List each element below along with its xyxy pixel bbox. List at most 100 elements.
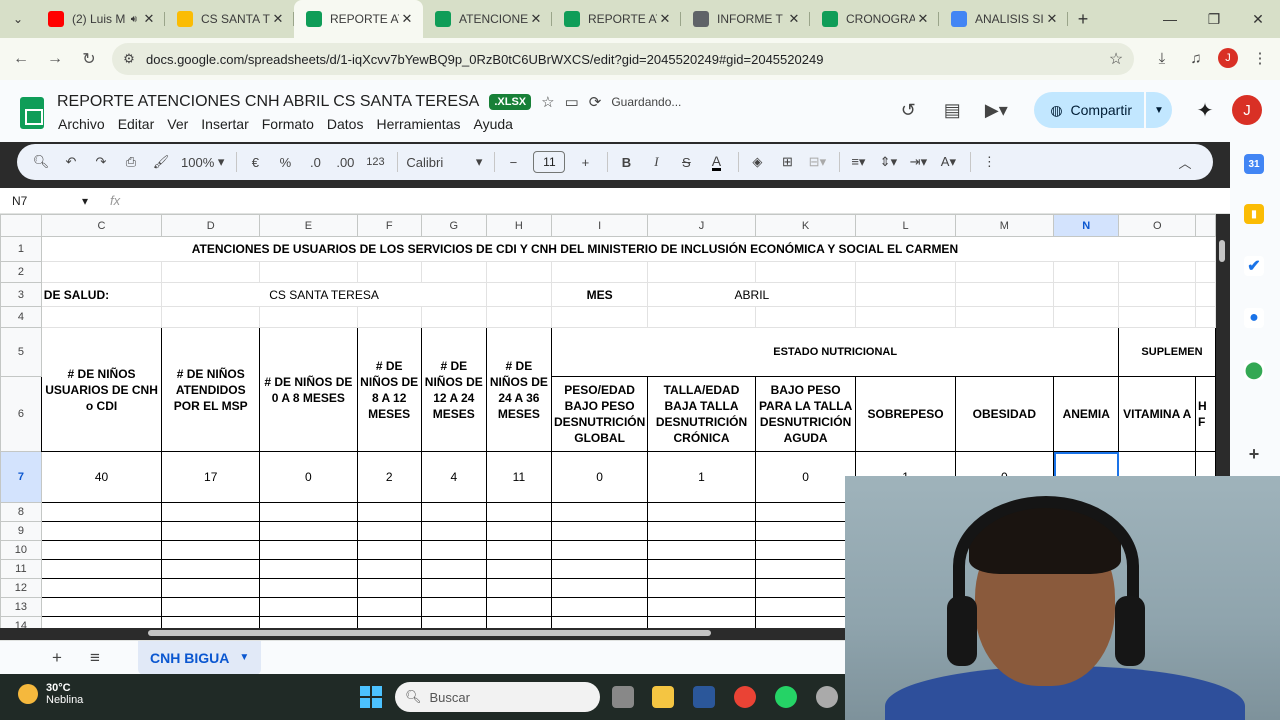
row-header[interactable]: 7 [0,451,42,503]
cell[interactable] [550,597,649,617]
cell[interactable] [161,616,261,628]
value-cell-f7[interactable]: 2 [356,451,422,503]
tab-search-icon[interactable]: ⌄ [0,0,36,38]
media-control-icon[interactable]: ♫ [1184,46,1208,70]
value-cell-g7[interactable]: 4 [420,451,487,503]
value-cell-j7[interactable]: 1 [647,451,756,503]
cell[interactable] [550,502,649,522]
meet-icon[interactable]: ▶▾ [974,92,1018,128]
supplementation-header[interactable]: SUPLEMEN [1118,327,1216,377]
weather-widget[interactable]: 30°C Neblina [18,682,83,706]
value-cell-h7[interactable]: 11 [485,451,552,503]
column-header-j[interactable]: J [647,214,756,237]
row-header[interactable]: 11 [0,559,42,579]
forward-icon[interactable]: → [38,42,72,76]
header-cell-weight-height[interactable]: BAJO PESO PARA LA TALLA DESNUTRICIÓN AGU… [754,376,857,452]
share-dropdown-icon[interactable]: ▼ [1146,92,1172,128]
cell[interactable] [647,540,756,560]
more-options-icon[interactable]: ⋮ [979,148,999,176]
cell[interactable] [259,306,358,328]
back-icon[interactable]: ← [4,42,38,76]
cell[interactable] [754,521,857,541]
header-cell-vitamin-a[interactable]: VITAMINA A [1118,376,1197,452]
settings-icon[interactable] [816,686,838,708]
cell[interactable] [754,502,857,522]
cell[interactable] [754,306,857,328]
cell[interactable] [259,261,358,283]
cell[interactable] [1118,306,1197,328]
row-header[interactable]: 8 [0,502,42,522]
cell[interactable] [550,559,649,579]
column-header-g[interactable]: G [420,214,487,237]
version-history-icon[interactable]: ↺ [886,92,930,128]
comments-icon[interactable]: ▤ [930,92,974,128]
close-tab-icon[interactable]: ✕ [786,11,802,27]
cell[interactable] [855,282,956,307]
cell[interactable] [754,597,857,617]
cell[interactable] [40,597,163,617]
cell[interactable] [356,521,422,541]
header-cell-overweight[interactable]: SOBREPESO [855,376,956,452]
close-tab-icon[interactable]: ✕ [141,11,157,27]
speaker-icon[interactable]: 🔊︎ [131,14,137,25]
cell[interactable] [40,521,163,541]
menu-item-datos[interactable]: Datos [327,116,364,132]
share-main-button[interactable]: ◍ Compartir [1034,92,1144,128]
column-header-p[interactable] [1195,214,1216,237]
cell[interactable] [1118,282,1197,307]
header-cell-height-age[interactable]: TALLA/EDAD BAJA TALLA DESNUTRICIÓN CRÓNI… [647,376,756,452]
cell[interactable] [855,306,956,328]
header-cell-24-36-months[interactable]: # DE NIÑOS DE 24 A 36 MESES [485,327,552,452]
cell[interactable] [40,540,163,560]
minimize-icon[interactable]: — [1148,0,1192,38]
row-header[interactable]: 2 [0,261,42,283]
bookmark-star-icon[interactable]: ☆ [1098,49,1134,69]
header-cell-8-12-months[interactable]: # DE NIÑOS DE 8 A 12 MESES [356,327,422,452]
merge-cells-icon[interactable]: ⊟▾ [807,148,827,176]
maps-icon[interactable]: ⬤ [1244,360,1264,380]
cell[interactable] [550,521,649,541]
browser-tab[interactable]: REPORTE AT ✕ [294,0,423,38]
value-cell-i7[interactable]: 0 [550,451,649,503]
cell[interactable] [647,616,756,628]
cell[interactable] [754,540,857,560]
profile-avatar[interactable]: J [1218,48,1238,68]
all-sheets-icon[interactable]: ≡ [76,641,114,675]
cell[interactable] [1195,282,1216,307]
horizontal-scrollbar[interactable] [148,630,711,636]
header-cell-weight-age[interactable]: PESO/EDAD BAJO PESO DESNUTRICIÓN GLOBAL [550,376,649,452]
keep-icon[interactable]: ▮ [1244,204,1264,224]
cell[interactable] [356,578,422,598]
close-tab-icon[interactable]: ✕ [657,11,673,27]
header-cell-anemia[interactable]: ANEMIA [1053,376,1120,452]
value-cell-c7[interactable]: 40 [40,451,163,503]
cell[interactable] [550,578,649,598]
cell[interactable] [420,306,487,328]
site-info-icon[interactable]: ⚙ [112,51,146,67]
cell[interactable] [259,540,358,560]
header-cell-0-8-months[interactable]: # DE NIÑOS DE 0 A 8 MESES [259,327,358,452]
name-box-dropdown-icon[interactable]: ▾ [82,194,88,208]
number-format-button[interactable]: 123 [365,148,385,176]
reload-icon[interactable]: ↻ [72,42,106,76]
value-cell-e7[interactable]: 0 [259,451,358,503]
word-icon[interactable] [693,686,715,708]
font-size-increase-icon[interactable]: + [575,148,595,176]
close-tab-icon[interactable]: ✕ [399,11,415,27]
cell[interactable] [485,521,552,541]
cell[interactable] [420,559,487,579]
column-header-c[interactable]: C [40,214,163,237]
column-header-i[interactable]: I [550,214,649,237]
menu-item-herramientas[interactable]: Herramientas [376,116,460,132]
value-cell-d7[interactable]: 17 [161,451,261,503]
cell[interactable] [420,502,487,522]
bold-icon[interactable]: B [616,148,636,176]
get-addons-icon[interactable]: + [1244,444,1264,464]
cell[interactable] [647,261,756,283]
cell[interactable] [356,540,422,560]
column-header-e[interactable]: E [259,214,358,237]
download-icon[interactable]: ⤓ [1150,46,1174,70]
cell[interactable] [40,616,163,628]
file-explorer-icon[interactable] [652,686,674,708]
move-folder-icon[interactable]: ▭ [565,93,579,111]
